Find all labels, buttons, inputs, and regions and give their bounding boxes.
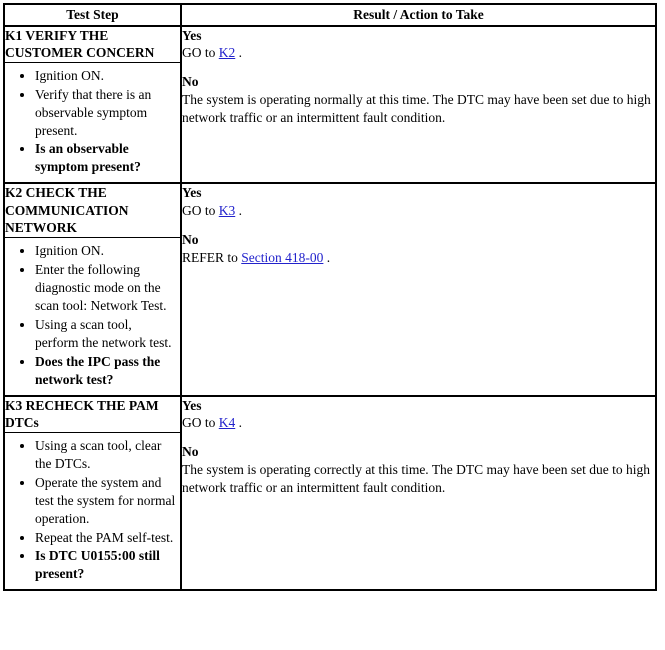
test-step-body-row: Ignition ON.Verify that there is an obse…: [5, 62, 180, 182]
result-spacer: [182, 432, 655, 443]
column-header-result-action: Result / Action to Take: [180, 3, 657, 27]
test-step-title-row: K1 VERIFY THE CUSTOMER CONCERN: [5, 26, 180, 63]
test-step-title: K3 RECHECK THE PAM DTCs: [5, 396, 180, 433]
result-yes-suffix: .: [235, 45, 242, 61]
test-step-inner-table: K1 VERIFY THE CUSTOMER CONCERN Ignition O…: [5, 26, 180, 183]
test-step-inner-table: K3 RECHECK THE PAM DTCs Using a scan tool…: [5, 396, 180, 590]
list-item: Using a scan tool, clear the DTCs.: [35, 437, 176, 473]
result-no-link[interactable]: Section 418-00: [241, 250, 323, 265]
list-item: Using a scan tool, perform the network t…: [35, 316, 176, 352]
result-no-label: No: [182, 74, 199, 90]
result-no-prefix: The system is operating correctly at thi…: [182, 462, 651, 495]
test-step-cell: K2 CHECK THE COMMUNICATION NETWORKIgniti…: [3, 183, 181, 397]
table-header-row: Test Step Result / Action to Take: [3, 3, 657, 27]
result-action-cell: Yes GO to K2 . No The system is operating n…: [180, 25, 657, 185]
result-yes-label: Yes: [182, 397, 202, 413]
result-action-cell: Yes GO to K3 . No REFER to Section 418-00 .: [180, 182, 657, 397]
result-no-suffix: .: [323, 249, 331, 265]
result-no-label: No: [182, 444, 199, 460]
test-step-cell: K3 RECHECK THE PAM DTCs Using a scan tool…: [3, 395, 181, 592]
list-item: Ignition ON.: [35, 67, 176, 85]
table-header: Test Step Result / Action to Take: [3, 3, 657, 27]
result-yes-prefix: GO to: [182, 415, 219, 431]
list-item: Does the IPC pass the network test?: [35, 353, 176, 389]
result-no-label: No: [182, 232, 199, 247]
diagnostic-procedure-table: Test Step Result / Action to Take K1 VER…: [3, 3, 657, 592]
result-no-action: REFER to Section 418-00 .: [182, 249, 655, 267]
test-step-list: Ignition ON.Verify that there is an obse…: [5, 67, 180, 177]
list-item: Ignition ON.: [35, 242, 176, 260]
table-row: K2 CHECK THE COMMUNICATION NETWORKIgniti…: [3, 182, 657, 397]
test-step-list: Using a scan tool, clear the DTCs.Operat…: [5, 437, 180, 584]
result-yes-prefix: GO to: [182, 203, 219, 219]
test-step-inner-table: K2 CHECK THE COMMUNICATION NETWORKIgniti…: [5, 184, 180, 394]
result-no-action: The system is operating correctly at thi…: [182, 461, 655, 497]
result-yes-link[interactable]: K4: [219, 415, 236, 430]
test-step-body: Ignition ON.Enter the following diagnost…: [5, 238, 180, 395]
table-row: K3 RECHECK THE PAM DTCs Using a scan tool…: [3, 395, 657, 592]
result-spacer: [182, 62, 655, 73]
test-step-title-row: K3 RECHECK THE PAM DTCs: [5, 396, 180, 433]
list-item: Is DTC U0155:00 still present?: [35, 547, 176, 583]
result-yes-prefix: GO to: [182, 45, 219, 61]
list-item: Enter the following diagnostic mode on t…: [35, 261, 176, 315]
result-yes-action: GO to K2 .: [182, 44, 655, 62]
result-no-prefix: REFER to: [182, 249, 242, 265]
result-yes-suffix: .: [235, 203, 242, 219]
result-yes-action: GO to K3 .: [182, 202, 655, 220]
document-page: Test Step Result / Action to Take K1 VER…: [0, 0, 665, 650]
test-step-cell: K1 VERIFY THE CUSTOMER CONCERN Ignition O…: [3, 25, 181, 185]
result-yes-action: GO to K4 .: [182, 414, 655, 432]
result-no-action: The system is operating normally at this…: [182, 91, 655, 127]
test-step-body: Ignition ON.Verify that there is an obse…: [5, 62, 180, 182]
result-yes-suffix: .: [235, 415, 242, 431]
result-no-prefix: The system is operating normally at this…: [182, 92, 651, 125]
result-yes-link[interactable]: K2: [219, 45, 236, 60]
table-row: K1 VERIFY THE CUSTOMER CONCERN Ignition O…: [3, 25, 657, 185]
result-action-cell: Yes GO to K4 . No The system is operating c…: [180, 395, 657, 592]
result-yes-label: Yes: [182, 185, 202, 201]
test-step-body: Using a scan tool, clear the DTCs.Operat…: [5, 432, 180, 589]
test-step-body-row: Using a scan tool, clear the DTCs.Operat…: [5, 432, 180, 589]
test-step-list: Ignition ON.Enter the following diagnost…: [5, 242, 180, 389]
test-step-body-row: Ignition ON.Enter the following diagnost…: [5, 238, 180, 395]
test-step-title-row: K2 CHECK THE COMMUNICATION NETWORK: [5, 184, 180, 239]
list-item: Repeat the PAM self-test.: [35, 529, 176, 547]
result-spacer: [182, 220, 655, 231]
result-yes-link[interactable]: K3: [219, 203, 236, 218]
test-step-title: K1 VERIFY THE CUSTOMER CONCERN: [5, 26, 180, 63]
result-yes-label: Yes: [182, 27, 202, 43]
column-header-test-step: Test Step: [3, 3, 182, 27]
list-item: Operate the system and test the system f…: [35, 474, 176, 528]
list-item: Is an observable symptom present?: [35, 140, 176, 176]
table-body: K1 VERIFY THE CUSTOMER CONCERN Ignition O…: [3, 25, 657, 592]
list-item: Verify that there is an observable sympt…: [35, 86, 176, 140]
test-step-title: K2 CHECK THE COMMUNICATION NETWORK: [5, 184, 180, 239]
